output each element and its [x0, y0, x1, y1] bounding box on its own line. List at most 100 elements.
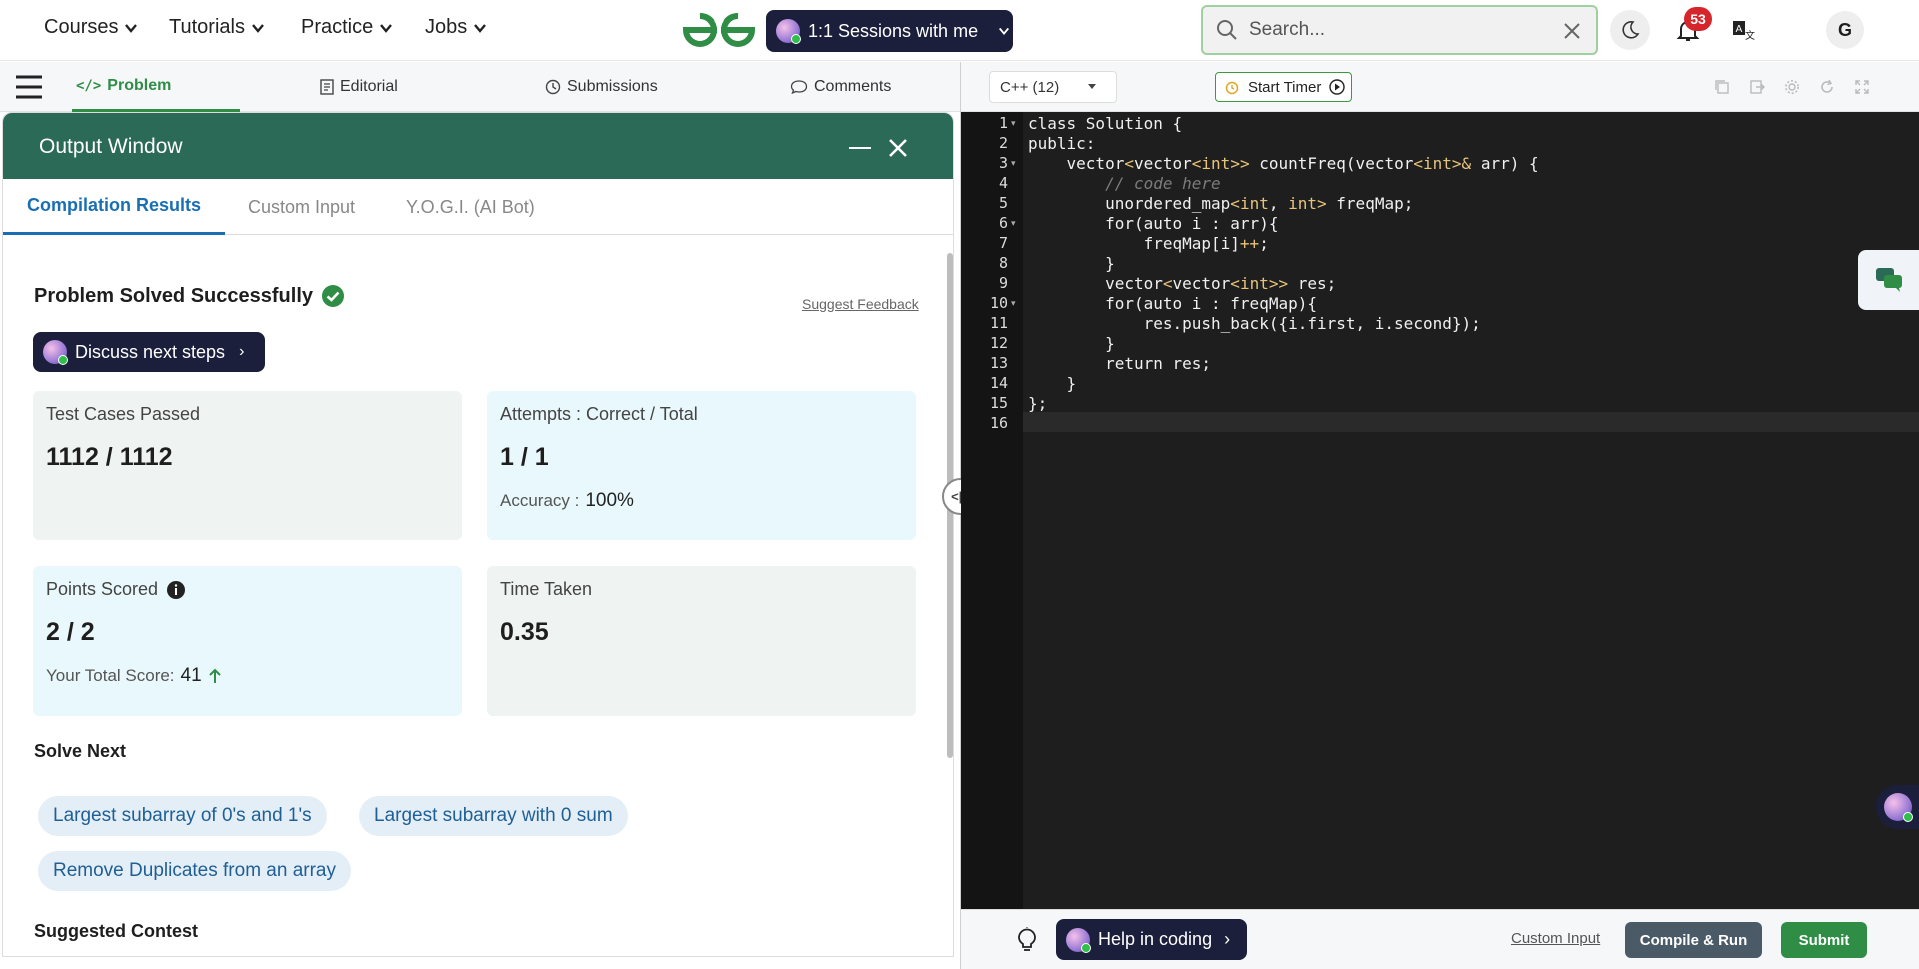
clock-icon [545, 79, 561, 95]
nav-tutorials[interactable]: Tutorials [169, 16, 265, 39]
bot-avatar-icon [1066, 927, 1091, 953]
custom-input-link[interactable]: Custom Input [1511, 930, 1600, 947]
line-number: 7 [998, 234, 1008, 252]
line-number: 8 [998, 254, 1008, 272]
language-value: C++ (12) [1000, 78, 1060, 96]
test-cases-value: 1112 / 1112 [46, 443, 173, 471]
tab-submissions[interactable]: Submissions [545, 62, 658, 112]
attempts-value: 1 / 1 [500, 443, 549, 471]
code-line: public: [1028, 134, 1096, 153]
close-icon[interactable] [887, 137, 909, 159]
total-score-row: Your Total Score: 41 [46, 665, 449, 687]
reset-icon[interactable] [1819, 79, 1835, 95]
fold-arrow-icon[interactable]: ▾ [1011, 158, 1016, 169]
tab-comments[interactable]: Comments [790, 62, 891, 112]
code-line: // code here [1028, 174, 1221, 193]
hamburger-menu-icon[interactable] [14, 74, 44, 100]
fullscreen-icon[interactable] [1854, 79, 1870, 95]
solve-next-chip[interactable]: Largest subarray of 0's and 1's [38, 796, 327, 836]
sessions-button[interactable]: 1:1 Sessions with me [766, 10, 1013, 52]
gfg-logo-icon[interactable] [680, 10, 758, 50]
code-line: return res; [1028, 354, 1212, 373]
help-in-coding-button[interactable]: Help in coding › [1056, 919, 1247, 960]
tab-editorial-label: Editorial [340, 78, 398, 95]
result-status: Problem Solved Successfully [34, 284, 345, 308]
code-editor[interactable]: 1 ▾ 2 3 ▾ 4 5 6 ▾ 7 8 9 10 ▾ 11 12 13 14 15 16 class Soluti… [961, 112, 1919, 909]
sessions-label: 1:1 Sessions with me [808, 20, 979, 41]
solve-next-chip[interactable]: Remove Duplicates from an array [38, 851, 351, 891]
code-line: freqMap[i]++; [1028, 234, 1269, 253]
help-label: Help in coding [1098, 929, 1213, 949]
clear-search-icon[interactable] [1562, 21, 1582, 41]
copy-icon[interactable] [1714, 79, 1730, 95]
settings-gear-icon[interactable] [1784, 79, 1800, 95]
lightbulb-icon[interactable] [1014, 927, 1040, 953]
suggested-contest-title: Suggested Contest [34, 921, 199, 941]
dark-mode-toggle[interactable] [1610, 10, 1650, 50]
moon-icon [1622, 21, 1640, 39]
code-line: } [1028, 254, 1115, 273]
import-icon[interactable] [1749, 79, 1765, 95]
bot-avatar-icon [776, 19, 801, 44]
nav-jobs[interactable]: Jobs [425, 16, 487, 39]
line-number: 10 [989, 294, 1008, 312]
accuracy-label: Accuracy : [500, 491, 580, 510]
test-cases-label: Test Cases Passed [46, 404, 201, 424]
chevron-right-icon: › [1224, 929, 1231, 949]
problem-tabs-bar: </> Problem Editorial Submissions Commen… [0, 62, 960, 112]
discuss-next-steps-button[interactable]: Discuss next steps › [33, 332, 265, 372]
time-taken-card: Time Taken 0.35 [487, 566, 916, 716]
search-icon [1217, 20, 1237, 40]
line-number: 13 [989, 354, 1008, 372]
caret-down-icon [1088, 84, 1097, 89]
nav-practice[interactable]: Practice [301, 16, 393, 39]
chat-button[interactable] [1858, 250, 1919, 310]
language-select[interactable]: C++ (12) [989, 71, 1117, 103]
result-status-text: Problem Solved Successfully [34, 284, 313, 307]
editor-toolbar: C++ (12) Start Timer [961, 62, 1919, 112]
user-avatar[interactable]: G [1826, 11, 1864, 49]
code-line: res.push_back({i.first, i.second}); [1028, 314, 1481, 333]
tab-compilation-results[interactable]: Compilation Results [3, 179, 225, 235]
solve-next-title: Solve Next [34, 741, 127, 761]
compile-run-button[interactable]: Compile & Run [1625, 922, 1762, 958]
tab-editorial[interactable]: Editorial [320, 62, 398, 112]
start-timer-label: Start Timer [1248, 78, 1322, 96]
fold-arrow-icon[interactable]: ▾ [1011, 218, 1016, 229]
search-input[interactable]: Search... [1201, 5, 1598, 55]
code-line: class Solution { [1028, 114, 1183, 133]
start-timer-button[interactable]: Start Timer [1215, 72, 1352, 102]
chevron-down-icon [125, 23, 138, 33]
translate-icon: A文 [1733, 21, 1755, 42]
code-line: vector<vector<int>> res; [1028, 274, 1337, 293]
search-placeholder: Search... [1249, 19, 1326, 40]
tab-custom-input[interactable]: Custom Input [248, 179, 355, 235]
tab-yogi-bot[interactable]: Y.O.G.I. (AI Bot) [406, 179, 535, 235]
nav-practice-label: Practice [301, 16, 374, 38]
output-window-header: Output Window [3, 113, 953, 179]
suggest-feedback-link[interactable]: Suggest Feedback [802, 296, 919, 312]
tab-problem-label: Problem [107, 76, 172, 94]
submit-button[interactable]: Submit [1781, 922, 1867, 958]
fold-arrow-icon[interactable]: ▾ [1011, 298, 1016, 309]
tab-comments-label: Comments [814, 78, 892, 95]
points-label: Points Scored [46, 579, 159, 599]
tab-problem[interactable]: </> Problem [72, 62, 240, 112]
chevron-down-icon [474, 23, 487, 33]
active-line-highlight [1023, 412, 1919, 432]
minimize-icon[interactable] [849, 147, 871, 149]
nav-courses[interactable]: Courses [44, 16, 138, 39]
translate-button[interactable]: A文 [1723, 10, 1763, 50]
points-label-row: Points Scored [46, 579, 449, 600]
output-window: Output Window Compilation Results Custom… [2, 112, 954, 957]
line-number: 11 [989, 314, 1008, 332]
info-icon[interactable] [166, 580, 186, 600]
line-number-gutter: 1 ▾ 2 3 ▾ 4 5 6 ▾ 7 8 9 10 ▾ 11 12 13 14 15 16 [961, 112, 1023, 909]
attempts-card: Attempts : Correct / Total 1 / 1 Accurac… [487, 391, 916, 540]
fold-arrow-icon[interactable]: ▾ [1011, 118, 1016, 129]
attempts-label: Attempts : Correct / Total [500, 404, 698, 424]
chevron-down-icon [252, 23, 264, 33]
editor-footer: Help in coding › Custom Input Compile & … [961, 909, 1919, 969]
solve-next-chip[interactable]: Largest subarray with 0 sum [359, 796, 628, 836]
ai-bot-button[interactable] [1876, 785, 1919, 829]
